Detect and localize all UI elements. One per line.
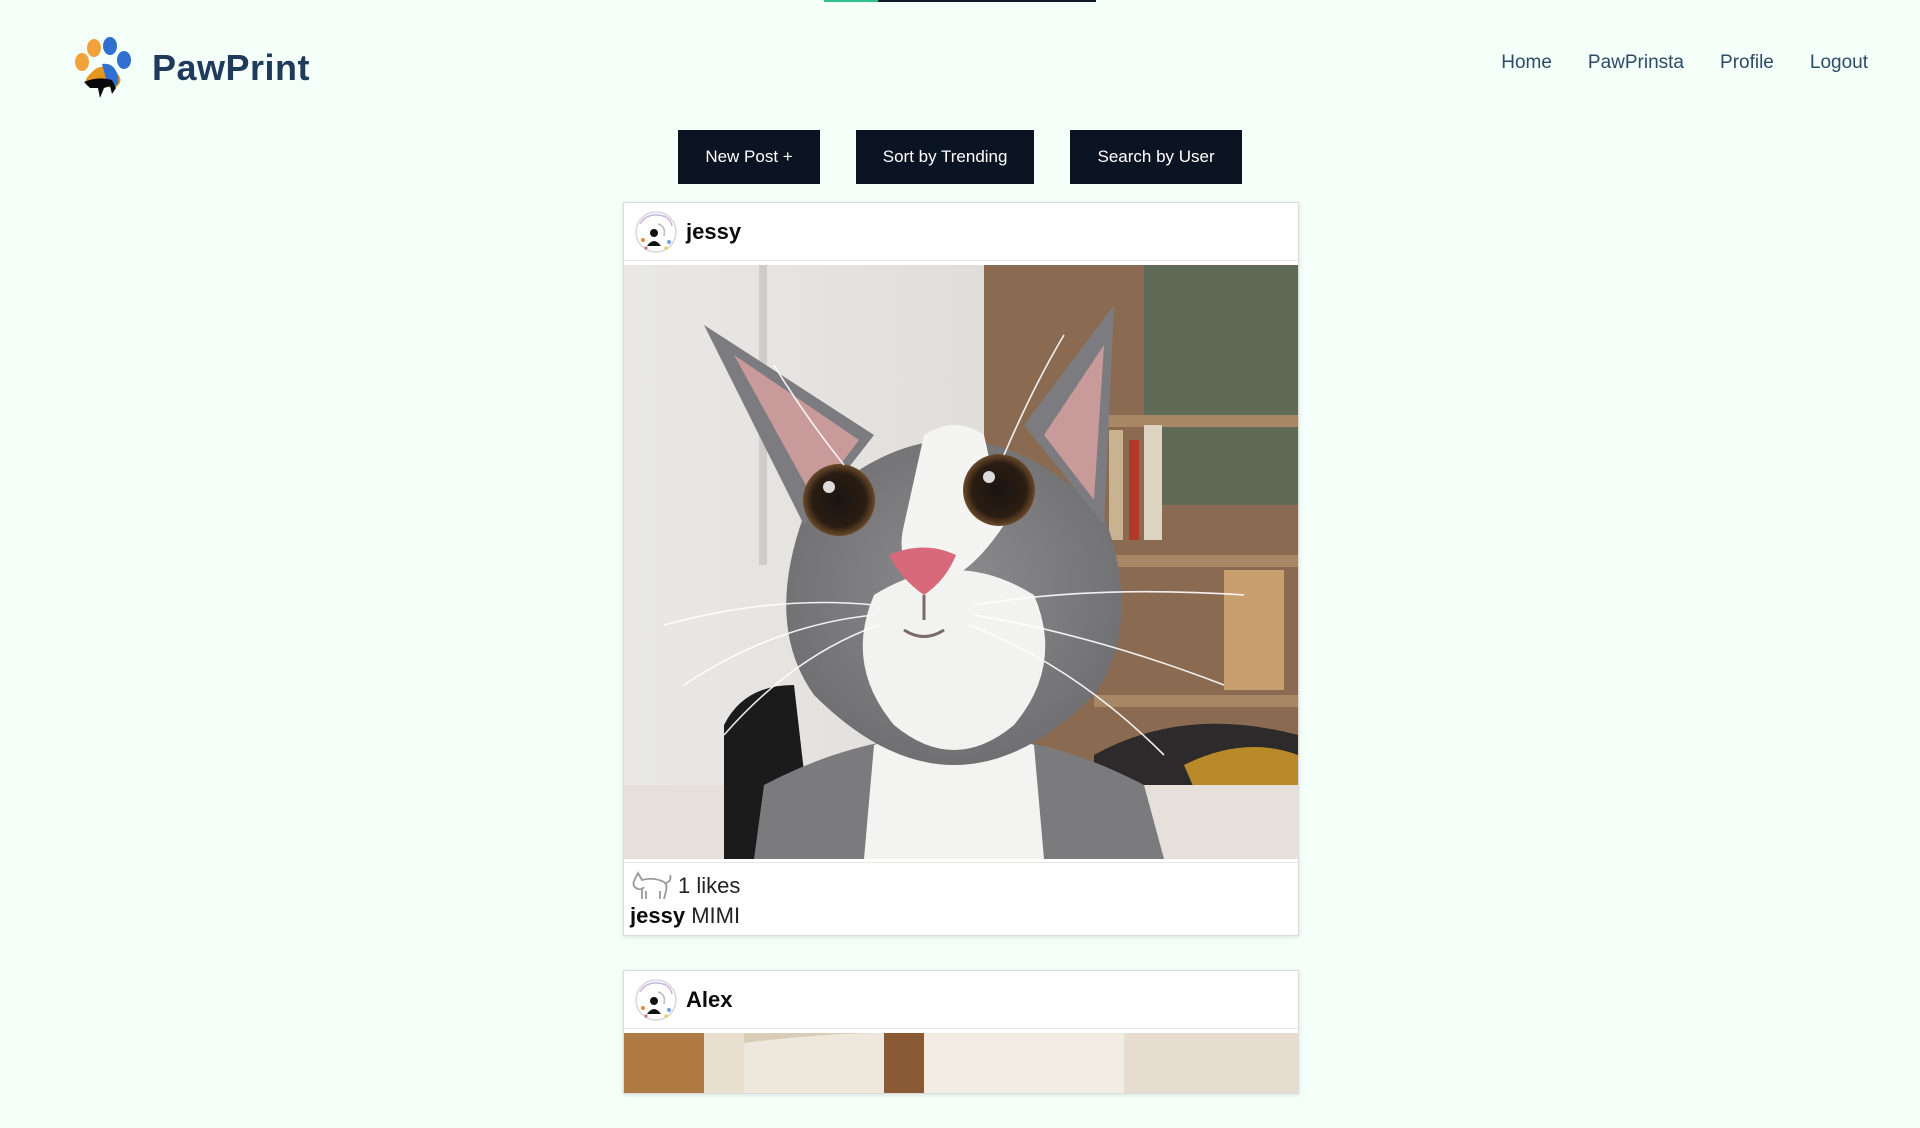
avatar-icon[interactable] xyxy=(634,978,678,1022)
post-username[interactable]: Alex xyxy=(686,987,732,1013)
nav-logout[interactable]: Logout xyxy=(1810,52,1868,74)
new-post-button[interactable]: New Post + xyxy=(678,130,820,184)
post-header: jessy xyxy=(624,203,1298,261)
room-photo xyxy=(624,1033,1298,1093)
post-card: Alex xyxy=(623,970,1299,1094)
post-username[interactable]: jessy xyxy=(686,219,741,245)
paw-logo-icon xyxy=(75,37,131,98)
cat-like-icon[interactable] xyxy=(630,871,672,901)
cat-photo xyxy=(624,265,1298,859)
site-header: PawPrint Home PawPrinsta Profile Logout xyxy=(0,0,1920,120)
nav-profile[interactable]: Profile xyxy=(1720,52,1774,74)
brand[interactable]: PawPrint xyxy=(68,36,310,100)
caption-text: MIMI xyxy=(691,903,741,928)
search-user-button[interactable]: Search by User xyxy=(1070,130,1242,184)
post-footer: 1 likes jessy MIMI xyxy=(624,862,1298,935)
post-card: jessy 1 likes jessy MIMI xyxy=(623,202,1299,936)
brand-name: PawPrint xyxy=(152,47,311,88)
main-nav: Home PawPrinsta Profile Logout xyxy=(1501,52,1868,74)
nav-home[interactable]: Home xyxy=(1501,52,1552,74)
caption-username[interactable]: jessy xyxy=(630,903,685,928)
likes-count: 1 likes xyxy=(678,873,741,898)
avatar-icon[interactable] xyxy=(634,210,678,254)
sort-trending-button[interactable]: Sort by Trending xyxy=(855,130,1035,184)
feed-toolbar: New Post + Sort by Trending Search by Us… xyxy=(0,130,1920,184)
post-feed: jessy 1 likes jessy MIMI Alex xyxy=(623,202,1299,1128)
post-caption: jessy MIMI xyxy=(630,903,1292,929)
post-header: Alex xyxy=(624,971,1298,1029)
nav-pawprinsta[interactable]: PawPrinsta xyxy=(1588,52,1684,74)
likes-row: 1 likes xyxy=(630,871,1292,901)
